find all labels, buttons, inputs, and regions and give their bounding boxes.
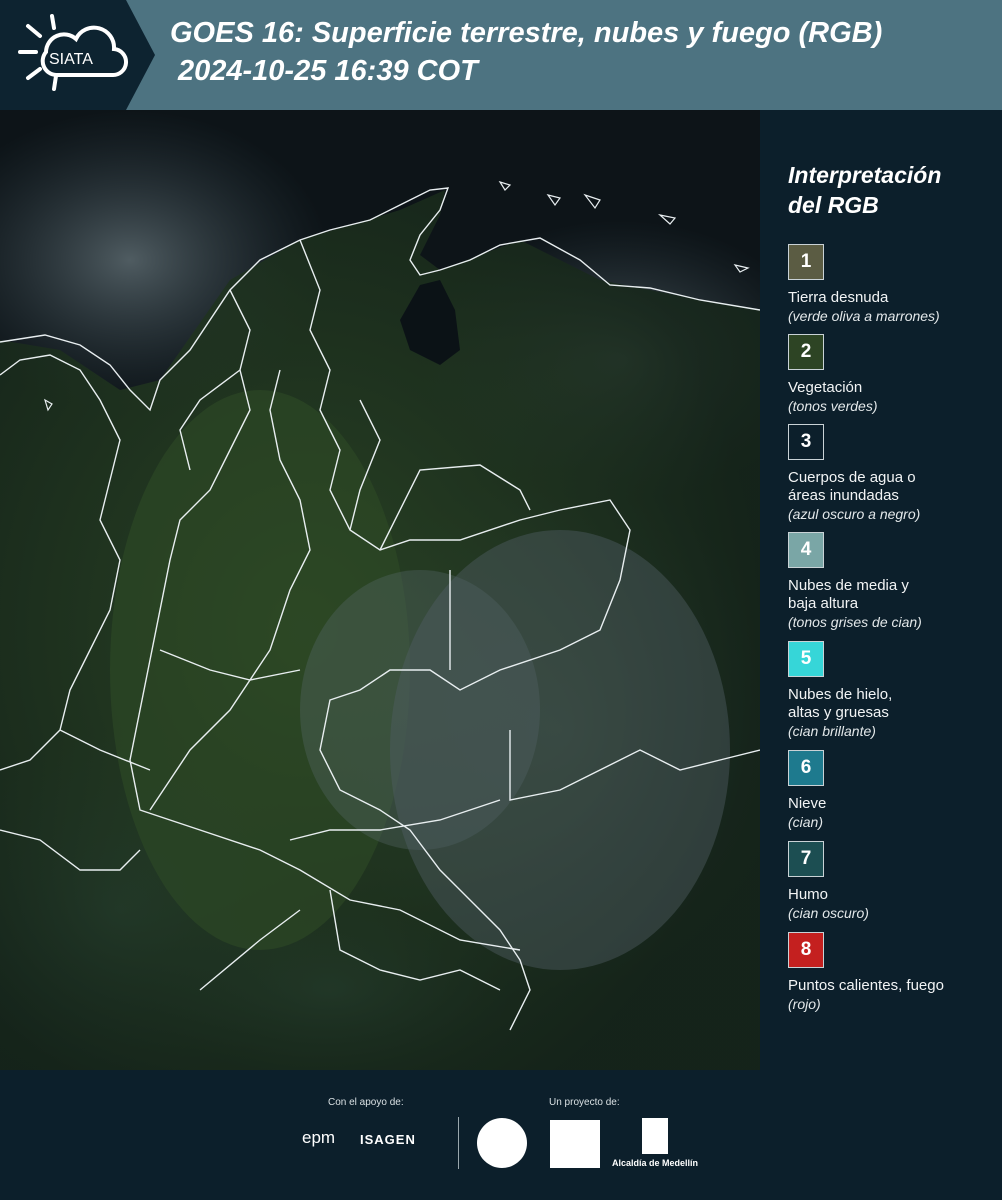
- alcaldia-shield-icon: [642, 1118, 668, 1154]
- footer: Con el apoyo de: Un proyecto de: epm ISA…: [0, 1070, 1002, 1200]
- support-label: Con el apoyo de:: [328, 1097, 404, 1108]
- legend-label: Nubes de media y baja altura: [788, 577, 998, 613]
- legend-swatch: 5: [788, 641, 824, 677]
- legend-sublabel: (verde oliva a marrones): [788, 308, 940, 324]
- title-timestamp: 2024-10-25 16:39 COT: [178, 55, 478, 87]
- legend-label: Vegetación: [788, 379, 863, 396]
- legend-label-line-2: altas y gruesas: [788, 704, 889, 721]
- legend-item-1: 1 Tierra desnuda (verde oliva a marrones…: [788, 244, 998, 325]
- legend-label-line-1: Nubes de media y: [788, 577, 909, 594]
- legend-swatch: 1: [788, 244, 824, 280]
- logo-block: SIATA: [0, 0, 155, 110]
- page-title: GOES 16: Superficie terrestre, nubes y f…: [170, 14, 995, 90]
- legend-item-6: 6 Nieve (cian): [788, 750, 998, 831]
- legend-item-8: 8 Puntos calientes, fuego (rojo): [788, 932, 998, 1013]
- legend-title-line-2: del RGB: [788, 192, 879, 218]
- legend-swatch: 6: [788, 750, 824, 786]
- legend-item-5: 5 Nubes de hielo, altas y gruesas (cian …: [788, 641, 998, 740]
- alcaldia-label: Alcaldía de Medellín: [612, 1158, 699, 1168]
- legend-sublabel: (cian): [788, 814, 824, 830]
- legend-swatch: 3: [788, 424, 824, 460]
- project-label: Un proyecto de:: [549, 1097, 620, 1108]
- legend-item-2: 2 Vegetación (tonos verdes): [788, 334, 998, 415]
- legend-swatch: 4: [788, 532, 824, 568]
- legend-sublabel: (rojo): [788, 996, 821, 1012]
- legend-title: Interpretación del RGB: [788, 160, 988, 220]
- legend-sublabel: (tonos grises de cian): [788, 614, 922, 630]
- legend-label: Humo: [788, 886, 829, 903]
- legend-swatch: 8: [788, 932, 824, 968]
- gobernacion-seal-icon: [477, 1118, 527, 1168]
- header-bar: SIATA GOES 16: Superficie terrestre, nub…: [0, 0, 1002, 110]
- legend-label-line-2: baja altura: [788, 595, 859, 612]
- legend-item-7: 7 Humo (cian oscuro): [788, 841, 998, 922]
- legend-sublabel: (azul oscuro a negro): [788, 506, 921, 522]
- epm-logo: epm: [302, 1128, 336, 1147]
- legend-label: Puntos calientes, fuego: [788, 977, 944, 994]
- legend-swatch: 7: [788, 841, 824, 877]
- satellite-map: [0, 110, 760, 1070]
- legend-label-line-2: áreas inundadas: [788, 487, 899, 504]
- legend-label: Cuerpos de agua o áreas inundadas: [788, 469, 998, 505]
- satellite-image: [0, 110, 760, 1070]
- rgb-legend: Interpretación del RGB 1 Tierra desnuda …: [760, 110, 1002, 1070]
- isagen-logo: ISAGEN: [360, 1132, 416, 1147]
- legend-label-line-1: Cuerpos de agua o: [788, 469, 916, 486]
- legend-sublabel: (tonos verdes): [788, 398, 878, 414]
- legend-label-line-1: Nubes de hielo,: [788, 686, 893, 703]
- title-line-1: GOES 16: Superficie terrestre, nubes y f…: [170, 17, 883, 49]
- legend-title-line-1: Interpretación: [788, 162, 942, 188]
- legend-sublabel: (cian brillante): [788, 723, 876, 739]
- area-metropolitana-logo: [550, 1120, 600, 1168]
- legend-label: Nieve: [788, 795, 827, 812]
- legend-item-4: 4 Nubes de media y baja altura (tonos gr…: [788, 532, 998, 631]
- legend-item-3: 3 Cuerpos de agua o áreas inundadas (azu…: [788, 424, 998, 523]
- legend-label: Tierra desnuda: [788, 289, 889, 306]
- brand-text: SIATA: [49, 51, 93, 68]
- legend-swatch: 2: [788, 334, 824, 370]
- siata-logo-icon: SIATA: [18, 14, 128, 91]
- legend-label: Nubes de hielo, altas y gruesas: [788, 686, 998, 722]
- footer-divider: [458, 1117, 459, 1169]
- legend-sublabel: (cian oscuro): [788, 905, 869, 921]
